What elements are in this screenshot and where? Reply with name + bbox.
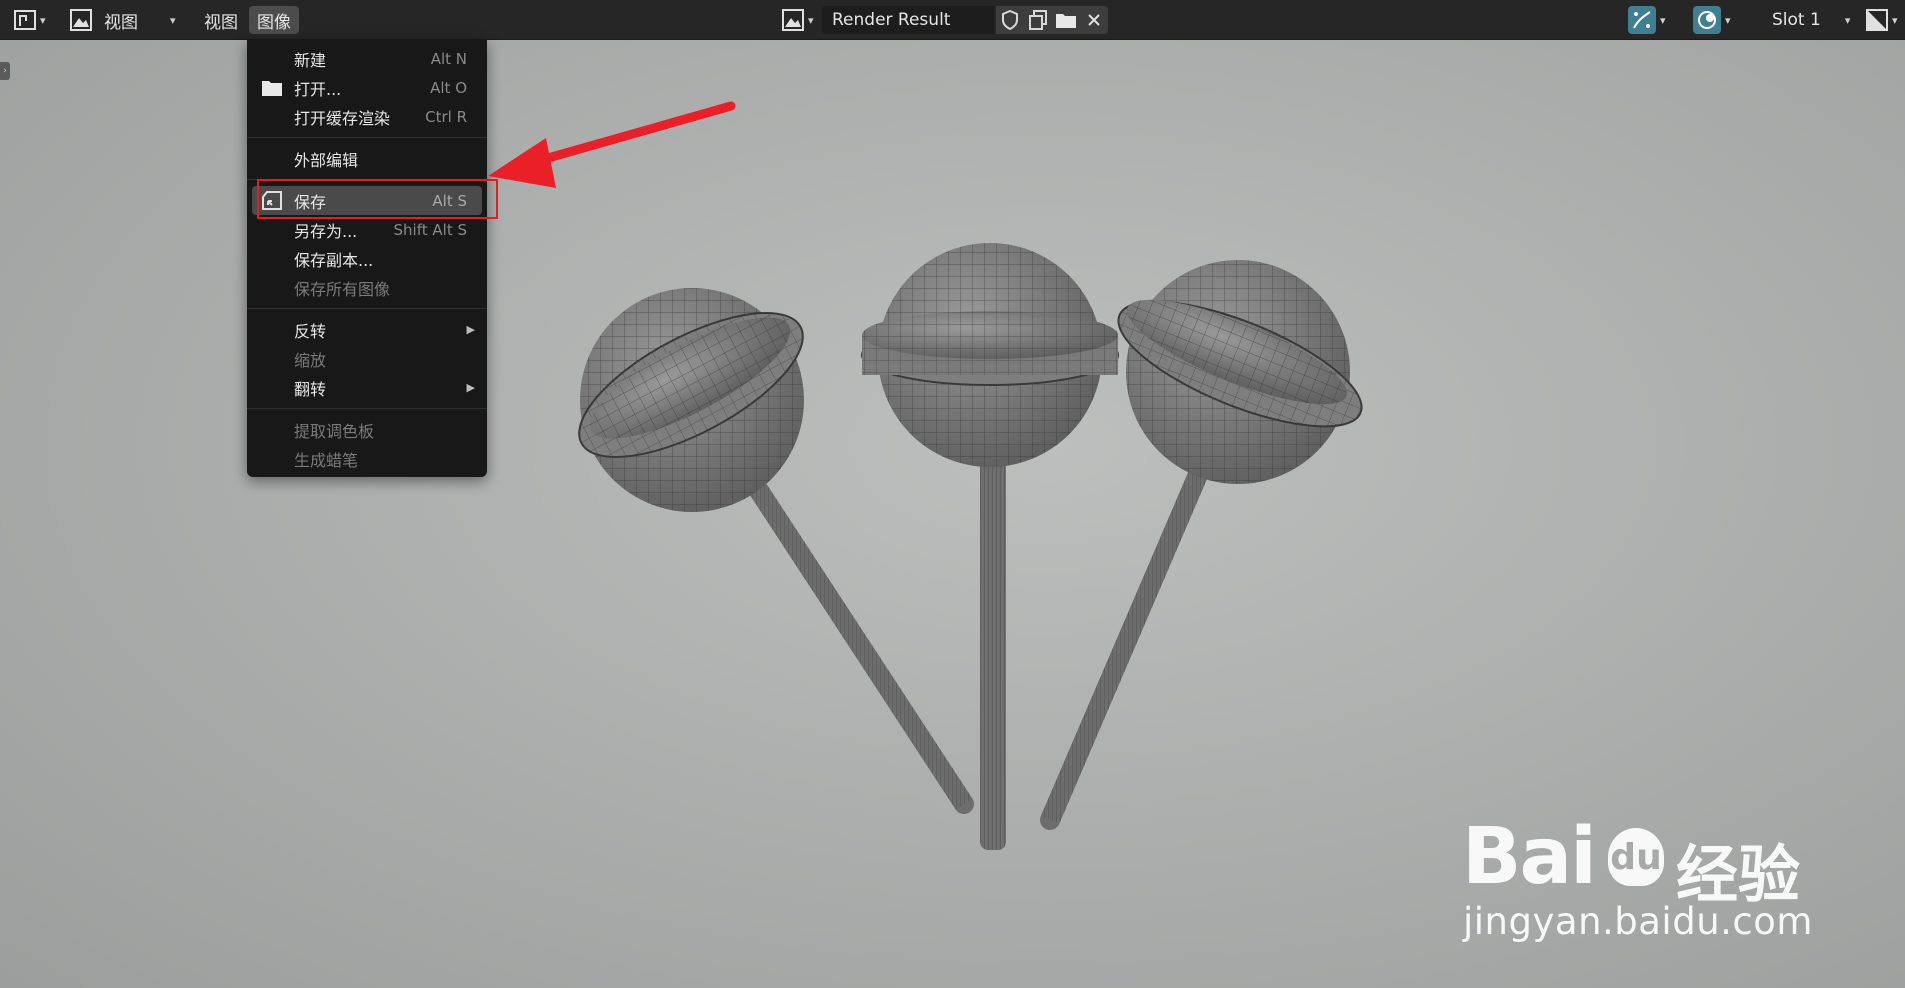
menu-item-label: 翻转 (294, 379, 327, 399)
display-channels-icon (1866, 9, 1888, 31)
duplicate-icon (1029, 10, 1047, 30)
browse-image-button[interactable]: ▾ (782, 6, 818, 34)
menu-item-label: 保存所有图像 (294, 279, 391, 299)
menu-separator (247, 408, 487, 409)
render-slot-dropdown[interactable]: Slot 1 ▾ (1762, 6, 1854, 34)
folder-icon (262, 81, 282, 96)
view-menu-label: 视图 (204, 12, 238, 33)
menu-item-open[interactable]: 打开... Alt O (247, 73, 487, 102)
menu-item-flip[interactable]: 翻转 ▶ (247, 373, 487, 402)
submenu-arrow-icon: ▶ (466, 381, 475, 394)
view-mode-dropdown[interactable]: 视图 ▾ (70, 6, 185, 34)
chevron-down-icon: ▾ (808, 13, 814, 27)
image-menu-label: 图像 (257, 12, 291, 33)
unlink-image-button[interactable] (1080, 6, 1108, 34)
fake-user-button[interactable] (996, 6, 1024, 34)
menu-item-save-copy[interactable]: 保存副本... (247, 244, 487, 273)
menu-item-generate-grease-pencil[interactable]: 生成蜡笔 (247, 444, 487, 473)
watermark-url: jingyan.baidu.com (1463, 900, 1813, 943)
menu-item-label: 打开缓存渲染 (294, 108, 391, 128)
annotation-highlight-box (257, 179, 498, 219)
menu-item-shortcut: Alt N (430, 49, 467, 68)
watermark-paw-logo: du (1608, 828, 1664, 886)
open-image-button[interactable] (1052, 6, 1080, 34)
menu-item-label: 保存副本... (294, 250, 374, 270)
image-browse-icon (782, 9, 804, 31)
menu-item-edit-externally[interactable]: 外部编辑 (247, 144, 487, 173)
chevron-down-icon: ▾ (1892, 13, 1898, 27)
chevron-down-icon: ▾ (1844, 13, 1851, 27)
chevron-down-icon: ▾ (1660, 13, 1666, 27)
image-menu[interactable]: 图像 (249, 6, 299, 34)
menu-item-new[interactable]: 新建 Alt N (247, 44, 487, 73)
close-icon (1088, 14, 1100, 26)
menu-item-label: 反转 (294, 321, 327, 341)
overlay-dropdown[interactable]: ▾ (1693, 6, 1739, 34)
shield-icon (1002, 10, 1018, 30)
render-slot-label: Slot 1 (1772, 10, 1821, 30)
menu-item-invert[interactable]: 反转 ▶ (247, 315, 487, 344)
menu-item-label: 新建 (294, 50, 327, 70)
curve-tool-icon (1633, 11, 1651, 29)
view-mode-label: 视图 (104, 12, 138, 33)
new-image-button[interactable] (1024, 6, 1052, 34)
display-channels-dropdown[interactable]: ▾ (1866, 6, 1902, 34)
image-editor-icon (14, 10, 36, 30)
menu-item-shortcut: Alt O (430, 78, 467, 97)
menu-item-extract-palette[interactable]: 提取调色板 (247, 415, 487, 444)
menu-item-label: 生成蜡笔 (294, 450, 359, 470)
menu-item-save-as[interactable]: 另存为... Shift Alt S (247, 215, 487, 244)
menu-item-label: 外部编辑 (294, 150, 359, 170)
menu-item-label: 提取调色板 (294, 421, 375, 441)
chevron-right-icon: › (3, 66, 7, 76)
image-icon (70, 9, 92, 31)
overlay-icon (1698, 11, 1716, 29)
submenu-arrow-icon: ▶ (466, 323, 475, 336)
menu-item-resize[interactable]: 缩放 (247, 344, 487, 373)
menu-item-label: 另存为... (294, 221, 358, 241)
menu-separator (247, 308, 487, 309)
menu-item-label: 打开... (294, 79, 342, 99)
view-menu[interactable]: 视图 (198, 6, 244, 34)
chevron-down-icon: ▾ (170, 13, 176, 27)
menu-item-save-all-images[interactable]: 保存所有图像 (247, 273, 487, 302)
menu-item-shortcut: Ctrl R (425, 107, 467, 126)
sidebar-toggle[interactable]: › (0, 62, 10, 80)
image-name-text: Render Result (832, 10, 951, 30)
image-dropdown-menu: 新建 Alt N 打开... Alt O 打开缓存渲染 Ctrl R 外部编辑 … (247, 40, 487, 477)
chevron-down-icon: ▾ (1725, 13, 1731, 27)
sample-tool-dropdown[interactable]: ▾ (1628, 6, 1674, 34)
watermark-brand-latin: Bai (1462, 812, 1597, 902)
folder-icon (1056, 14, 1076, 28)
image-name-field[interactable]: Render Result (822, 6, 994, 34)
editor-type-button[interactable]: ▾ (14, 6, 54, 34)
watermark-brand-du: du (1610, 836, 1662, 878)
chevron-down-icon: ▾ (40, 13, 46, 27)
image-editor-header: ▾ 视图 ▾ 视图 图像 ▾ Render Result ▾ ▾ Slot 1 … (0, 0, 1905, 40)
menu-item-open-cached-render[interactable]: 打开缓存渲染 Ctrl R (247, 102, 487, 131)
menu-separator (247, 137, 487, 138)
menu-item-shortcut: Shift Alt S (393, 220, 467, 239)
menu-item-label: 缩放 (294, 350, 327, 370)
